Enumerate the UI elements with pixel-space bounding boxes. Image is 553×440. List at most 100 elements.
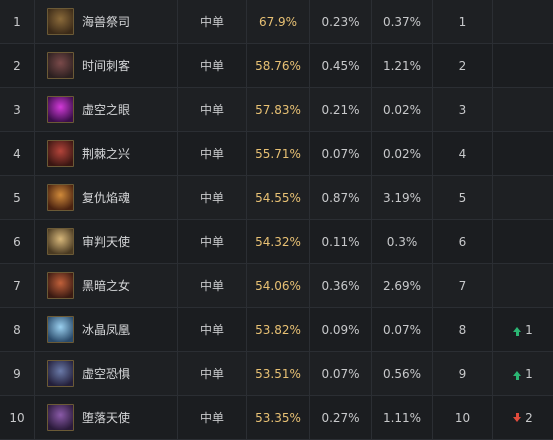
- table-row[interactable]: 5 复仇焰魂 中单 54.55% 0.87% 3.19% 5: [0, 176, 553, 220]
- position-cell: 中单: [178, 132, 247, 175]
- tier-cell: 2: [433, 44, 493, 87]
- arrow-up-icon: [513, 327, 522, 336]
- hero-name[interactable]: 时间刺客: [82, 57, 130, 74]
- pick-rate-cell: 0.07%: [310, 132, 372, 175]
- hero-name[interactable]: 荆棘之兴: [82, 145, 130, 162]
- rank-change-value: 2: [525, 410, 533, 425]
- rank-cell: 6: [0, 220, 35, 263]
- rank-change-cell: [493, 88, 553, 131]
- pick-rate-cell: 0.36%: [310, 264, 372, 307]
- hero-name[interactable]: 冰晶凤凰: [82, 321, 130, 338]
- win-rate-cell: 57.83%: [247, 88, 310, 131]
- rank-change: 1: [513, 367, 533, 381]
- rank-cell: 3: [0, 88, 35, 131]
- hero-name[interactable]: 黑暗之女: [82, 277, 130, 294]
- position-cell: 中单: [178, 264, 247, 307]
- rank-change-cell: 1: [493, 352, 553, 395]
- ban-rate-cell: 0.02%: [372, 88, 433, 131]
- rank-cell: 7: [0, 264, 35, 307]
- arrow-down-icon: [513, 413, 522, 422]
- position-cell: 中单: [178, 0, 247, 43]
- win-rate-cell: 54.06%: [247, 264, 310, 307]
- hero-cell[interactable]: 荆棘之兴: [35, 132, 178, 175]
- hero-cell[interactable]: 海兽祭司: [35, 0, 178, 43]
- pick-rate-cell: 0.45%: [310, 44, 372, 87]
- champion-avatar[interactable]: [47, 228, 74, 255]
- champion-avatar[interactable]: [47, 140, 74, 167]
- rank-change: 1: [513, 323, 533, 337]
- position-cell: 中单: [178, 352, 247, 395]
- tier-cell: 1: [433, 0, 493, 43]
- hero-name[interactable]: 堕落天使: [82, 409, 130, 426]
- hero-cell[interactable]: 复仇焰魂: [35, 176, 178, 219]
- tier-cell: 7: [433, 264, 493, 307]
- hero-cell[interactable]: 虚空之眼: [35, 88, 178, 131]
- table-row[interactable]: 1 海兽祭司 中单 67.9% 0.23% 0.37% 1: [0, 0, 553, 44]
- rank-change-cell: 1: [493, 308, 553, 351]
- arrow-up-icon: [513, 371, 522, 380]
- table-row[interactable]: 4 荆棘之兴 中单 55.71% 0.07% 0.02% 4: [0, 132, 553, 176]
- champion-avatar[interactable]: [47, 404, 74, 431]
- win-rate-cell: 53.82%: [247, 308, 310, 351]
- tier-cell: 8: [433, 308, 493, 351]
- hero-cell[interactable]: 黑暗之女: [35, 264, 178, 307]
- win-rate-cell: 58.76%: [247, 44, 310, 87]
- table-row[interactable]: 9 虚空恐惧 中单 53.51% 0.07% 0.56% 9 1: [0, 352, 553, 396]
- champion-avatar[interactable]: [47, 184, 74, 211]
- win-rate-cell: 55.71%: [247, 132, 310, 175]
- hero-cell[interactable]: 审判天使: [35, 220, 178, 263]
- tier-cell: 3: [433, 88, 493, 131]
- hero-cell[interactable]: 冰晶凤凰: [35, 308, 178, 351]
- position-cell: 中单: [178, 44, 247, 87]
- tier-cell: 6: [433, 220, 493, 263]
- position-cell: 中单: [178, 396, 247, 439]
- rank-change-cell: [493, 44, 553, 87]
- pick-rate-cell: 0.23%: [310, 0, 372, 43]
- rank-change-cell: [493, 220, 553, 263]
- champion-avatar[interactable]: [47, 96, 74, 123]
- table-row[interactable]: 7 黑暗之女 中单 54.06% 0.36% 2.69% 7: [0, 264, 553, 308]
- rank-change-value: 1: [525, 366, 533, 381]
- pick-rate-cell: 0.87%: [310, 176, 372, 219]
- hero-name[interactable]: 虚空恐惧: [82, 365, 130, 382]
- position-cell: 中单: [178, 176, 247, 219]
- hero-cell[interactable]: 时间刺客: [35, 44, 178, 87]
- table-row[interactable]: 6 审判天使 中单 54.32% 0.11% 0.3% 6: [0, 220, 553, 264]
- hero-name[interactable]: 审判天使: [82, 233, 130, 250]
- champion-avatar[interactable]: [47, 8, 74, 35]
- tier-cell: 5: [433, 176, 493, 219]
- rank-cell: 2: [0, 44, 35, 87]
- champion-tier-table: 1 海兽祭司 中单 67.9% 0.23% 0.37% 1 2 时间刺客 中单 58.76% 0.45…: [0, 0, 553, 440]
- hero-cell[interactable]: 虚空恐惧: [35, 352, 178, 395]
- champion-avatar[interactable]: [47, 360, 74, 387]
- ban-rate-cell: 0.02%: [372, 132, 433, 175]
- table-row[interactable]: 3 虚空之眼 中单 57.83% 0.21% 0.02% 3: [0, 88, 553, 132]
- win-rate-cell: 54.32%: [247, 220, 310, 263]
- champion-avatar[interactable]: [47, 316, 74, 343]
- position-cell: 中单: [178, 308, 247, 351]
- ban-rate-cell: 3.19%: [372, 176, 433, 219]
- position-cell: 中单: [178, 220, 247, 263]
- rank-change-cell: [493, 176, 553, 219]
- table-row[interactable]: 8 冰晶凤凰 中单 53.82% 0.09% 0.07% 8 1: [0, 308, 553, 352]
- tier-cell: 10: [433, 396, 493, 439]
- hero-cell[interactable]: 堕落天使: [35, 396, 178, 439]
- rank-change-cell: [493, 264, 553, 307]
- champion-avatar[interactable]: [47, 52, 74, 79]
- pick-rate-cell: 0.27%: [310, 396, 372, 439]
- hero-name[interactable]: 海兽祭司: [82, 13, 130, 30]
- rank-cell: 8: [0, 308, 35, 351]
- pick-rate-cell: 0.11%: [310, 220, 372, 263]
- hero-name[interactable]: 虚空之眼: [82, 101, 130, 118]
- rank-cell: 4: [0, 132, 35, 175]
- ban-rate-cell: 1.21%: [372, 44, 433, 87]
- ban-rate-cell: 0.07%: [372, 308, 433, 351]
- champion-avatar[interactable]: [47, 272, 74, 299]
- rank-cell: 1: [0, 0, 35, 43]
- table-row[interactable]: 2 时间刺客 中单 58.76% 0.45% 1.21% 2: [0, 44, 553, 88]
- table-row[interactable]: 10 堕落天使 中单 53.35% 0.27% 1.11% 10 2: [0, 396, 553, 440]
- ban-rate-cell: 0.56%: [372, 352, 433, 395]
- hero-name[interactable]: 复仇焰魂: [82, 189, 130, 206]
- rank-cell: 9: [0, 352, 35, 395]
- win-rate-cell: 67.9%: [247, 0, 310, 43]
